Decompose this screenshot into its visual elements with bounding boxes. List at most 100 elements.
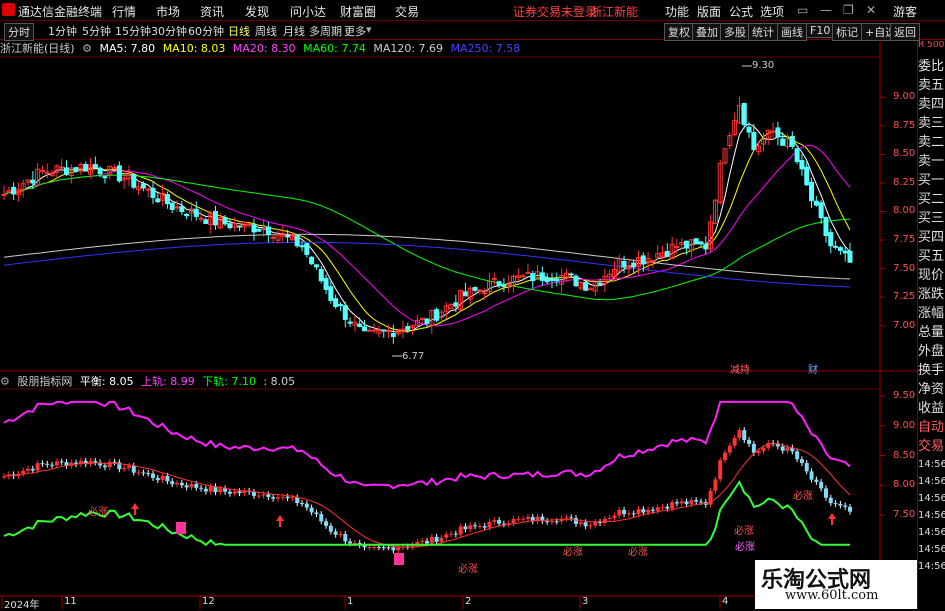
- price-tick: 7.00: [893, 319, 916, 331]
- indicator-bar: [684, 501, 689, 505]
- price-tick: 7.25: [893, 291, 916, 303]
- candle-body: [333, 298, 339, 307]
- candle-body: [434, 309, 440, 321]
- indicator-bar: [564, 517, 569, 519]
- candle-body: [102, 176, 108, 179]
- buy-label: 必涨: [793, 491, 813, 502]
- panel-item[interactable]: 自动: [918, 418, 945, 437]
- indicator-bar: [487, 521, 492, 528]
- indicator-tick: 9.50: [893, 390, 916, 401]
- panel-item: 买一: [918, 173, 945, 188]
- candle-body: [794, 148, 800, 163]
- candle-body: [164, 194, 170, 205]
- panel-item[interactable]: 交易: [918, 437, 945, 456]
- indicator-bar: [804, 463, 809, 472]
- indicator-bar: [665, 506, 670, 509]
- indicator-bar: [285, 496, 290, 499]
- indicator-bar: [175, 482, 180, 485]
- candle-body: [270, 236, 276, 239]
- candle-body: [39, 169, 45, 172]
- candle-body: [213, 210, 218, 226]
- candle-body: [799, 160, 805, 170]
- indicator-bar: [617, 509, 622, 516]
- candle-body: [342, 305, 348, 320]
- indicator-bar: [588, 525, 593, 527]
- candle-body: [770, 130, 776, 133]
- buy-arrow-icon: [131, 503, 139, 515]
- indicator-bar: [549, 521, 554, 523]
- panel-item[interactable]: 14:56: [918, 456, 945, 473]
- candle-body: [318, 269, 324, 282]
- indicator-bar: [799, 459, 804, 464]
- candle-body: [462, 291, 468, 297]
- indicator-bar: [641, 509, 646, 513]
- candle-body: [746, 126, 752, 133]
- candle-body: [179, 206, 185, 213]
- indicator-bar: [574, 518, 579, 524]
- indicator-bar: [425, 540, 429, 544]
- candle-body: [472, 286, 478, 291]
- indicator-bar: [184, 485, 189, 488]
- panel-item: 买三: [918, 211, 945, 226]
- panel-item: 涨幅: [918, 306, 945, 321]
- panel-item[interactable]: 14:56: [918, 541, 945, 558]
- candle-body: [357, 323, 363, 328]
- panel-item[interactable]: 14:56: [918, 558, 945, 575]
- candle-body: [140, 183, 146, 189]
- indicator-bar: [679, 501, 684, 504]
- candle-body: [337, 304, 343, 307]
- candle-body: [544, 277, 550, 283]
- candle-body: [621, 260, 627, 268]
- candle-body: [631, 262, 637, 268]
- candle-body: [477, 289, 483, 292]
- panel-item[interactable]: 14:56: [918, 507, 945, 524]
- kline-chart[interactable]: [0, 0, 945, 609]
- indicator-bar: [35, 463, 40, 471]
- panel-item: 卖四: [918, 97, 945, 112]
- candle-body: [549, 279, 555, 282]
- candle-body: [674, 245, 680, 248]
- candle-body: [184, 213, 190, 217]
- candle-body: [323, 278, 329, 290]
- indicator-bar: [261, 494, 266, 496]
- indicator-bar: [732, 437, 737, 446]
- indicator-bar: [482, 526, 487, 528]
- candle-body: [246, 223, 252, 226]
- indicator-bar: [838, 503, 843, 506]
- indicator-bar: [146, 472, 151, 474]
- indicator-bar: [227, 491, 232, 494]
- indicator-bar: [136, 472, 141, 474]
- price-tick: 8.75: [893, 119, 916, 131]
- quote-side-panel: R 500 委比 卖五 卖四 卖三 卖二 卖一 买一 买二 买三 买四 买五 现价 涨跌 涨幅 总量 外盘 换手…: [917, 41, 945, 609]
- indicator-bar: [477, 526, 482, 528]
- buy-arrow-icon: [828, 513, 836, 525]
- panel-item: 卖一: [918, 154, 945, 169]
- event-finance-badge[interactable]: 财: [808, 361, 818, 376]
- indicator-bar: [737, 430, 742, 438]
- candle-body: [193, 208, 199, 217]
- candles: [1, 65, 853, 357]
- indicator-bar: [694, 500, 699, 502]
- panel-item[interactable]: 14:56: [918, 473, 945, 490]
- buy-label: 必涨: [458, 564, 478, 575]
- candle-body: [496, 281, 502, 286]
- indicator-bar: [189, 483, 194, 488]
- indicator-bar: [352, 542, 357, 544]
- indicator-bar: [165, 475, 170, 482]
- candle-body: [597, 282, 603, 285]
- indicator-bar: [155, 477, 160, 481]
- candle-body: [30, 179, 36, 184]
- indicator-tick: 8.50: [893, 449, 916, 461]
- indicator-bar: [501, 523, 506, 525]
- candle-body: [491, 277, 497, 280]
- date-tick: 2: [465, 596, 472, 607]
- ma250-line: [3, 241, 851, 288]
- panel-item[interactable]: 14:56: [918, 524, 945, 541]
- indicator-bar: [674, 502, 679, 504]
- panel-item[interactable]: 14:56: [918, 490, 945, 507]
- event-reduce-badge[interactable]: 减持: [730, 361, 750, 376]
- indicator-bar: [232, 491, 237, 494]
- indicator-bar: [636, 509, 641, 515]
- indicator-bar: [122, 467, 127, 470]
- panel-item: 买五: [918, 249, 945, 264]
